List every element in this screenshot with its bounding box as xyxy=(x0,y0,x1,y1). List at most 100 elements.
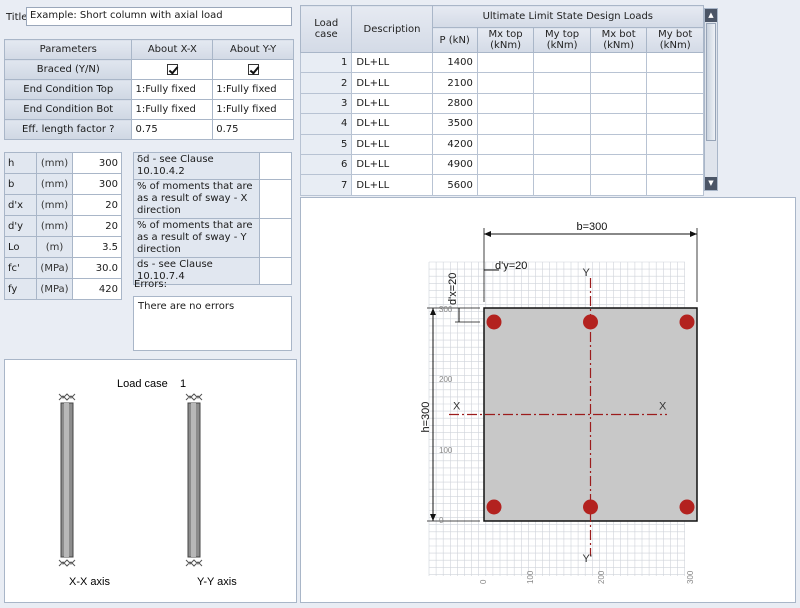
header-description: Description xyxy=(351,5,433,53)
moment-cell[interactable] xyxy=(476,72,535,94)
braced-yy-checkbox[interactable] xyxy=(247,63,259,75)
title-input[interactable]: Example: Short column with axial load xyxy=(26,7,292,26)
table-row[interactable]: 6 DL+LL 4900 xyxy=(299,153,704,176)
moment-cell[interactable] xyxy=(646,113,704,135)
moment-cell[interactable] xyxy=(589,133,648,155)
description-cell[interactable]: DL+LL xyxy=(351,153,433,176)
y-axis-label-top: Y xyxy=(583,267,591,279)
eff-length-factor-yy[interactable]: 0.75 xyxy=(212,119,294,140)
moment-cell[interactable] xyxy=(646,133,704,155)
moment-cell[interactable] xyxy=(533,153,591,176)
header-about-yy: About Y-Y xyxy=(212,39,294,60)
load-case-cell[interactable]: 1 xyxy=(299,51,353,74)
table-row[interactable]: 2 DL+LL 2100 xyxy=(299,72,704,94)
load-case-cell[interactable]: 2 xyxy=(299,72,353,94)
description-cell[interactable]: DL+LL xyxy=(351,174,433,196)
parameters-table: Parameters About X-X About Y-Y Braced (Y… xyxy=(3,39,294,140)
description-cell[interactable]: DL+LL xyxy=(351,72,433,94)
load-case-label: Load case xyxy=(117,378,168,390)
y-tick-label: 100 xyxy=(439,446,453,455)
axial-load-cell[interactable]: 1400 xyxy=(431,51,478,74)
header-load-col: My bot (kNm) xyxy=(646,27,704,53)
option-sway-x-input[interactable] xyxy=(258,179,293,219)
description-cell[interactable]: DL+LL xyxy=(351,133,433,155)
end-condition-bot-xx[interactable]: 1:Fully fixed xyxy=(131,99,214,120)
load-case-value: 1 xyxy=(180,378,186,390)
end-condition-top-yy[interactable]: 1:Fully fixed xyxy=(212,79,294,100)
braced-xx-checkbox[interactable] xyxy=(166,63,178,75)
loads-table: Load case Description Ultimate Limit Sta… xyxy=(299,5,705,196)
dim-name: d'y xyxy=(4,215,37,237)
axial-load-cell[interactable]: 2800 xyxy=(431,92,478,115)
dim-unit: (mm) xyxy=(36,215,73,237)
moment-cell[interactable] xyxy=(533,133,591,155)
description-cell[interactable]: DL+LL xyxy=(351,113,433,135)
dim-dx-input[interactable]: 20 xyxy=(72,194,122,216)
moment-cell[interactable] xyxy=(533,92,591,115)
scroll-down-button[interactable]: ▼ xyxy=(705,177,717,190)
moment-cell[interactable] xyxy=(476,51,535,74)
axial-load-cell[interactable]: 3500 xyxy=(431,113,478,135)
dim-fc-input[interactable]: 30.0 xyxy=(72,257,122,279)
moment-cell[interactable] xyxy=(589,174,648,196)
moment-cell[interactable] xyxy=(476,113,535,135)
table-row[interactable]: 1 DL+LL 1400 xyxy=(299,51,704,74)
moment-cell[interactable] xyxy=(533,72,591,94)
axial-load-cell[interactable]: 2100 xyxy=(431,72,478,94)
braced-xx-cell[interactable] xyxy=(131,59,214,80)
moment-cell[interactable] xyxy=(533,51,591,74)
scroll-thumb[interactable] xyxy=(706,23,716,141)
dx-dimension-label: d'x=20 xyxy=(447,273,459,305)
load-case-cell[interactable]: 3 xyxy=(299,92,353,115)
moment-cell[interactable] xyxy=(646,153,704,176)
load-case-cell[interactable]: 7 xyxy=(299,174,353,196)
loads-scrollbar[interactable]: ▲ ▼ xyxy=(704,8,718,191)
moment-cell[interactable] xyxy=(589,72,648,94)
moment-cell[interactable] xyxy=(589,51,648,74)
xx-axis-label: X-X axis xyxy=(69,576,110,588)
header-load-col: My top (kNm) xyxy=(533,27,591,53)
axial-load-cell[interactable]: 4900 xyxy=(431,153,478,176)
table-row[interactable]: 7 DL+LL 5600 xyxy=(299,174,704,196)
moment-cell[interactable] xyxy=(589,113,648,135)
load-case-cell[interactable]: 6 xyxy=(299,153,353,176)
table-row[interactable]: 5 DL+LL 4200 xyxy=(299,133,704,155)
moment-cell[interactable] xyxy=(646,174,704,196)
moment-cell[interactable] xyxy=(646,51,704,74)
moment-cell[interactable] xyxy=(533,113,591,135)
option-sway-x-label: % of moments that are as a result of swa… xyxy=(133,179,260,219)
table-row[interactable]: 4 DL+LL 3500 xyxy=(299,113,704,135)
eff-length-factor-xx[interactable]: 0.75 xyxy=(131,119,214,140)
moment-cell[interactable] xyxy=(476,92,535,115)
end-condition-top-xx[interactable]: 1:Fully fixed xyxy=(131,79,214,100)
axial-load-cell[interactable]: 5600 xyxy=(431,174,478,196)
load-case-cell[interactable]: 4 xyxy=(299,113,353,135)
moment-cell[interactable] xyxy=(589,92,648,115)
end-condition-bot-yy[interactable]: 1:Fully fixed xyxy=(212,99,294,120)
rebar xyxy=(486,499,502,515)
moment-cell[interactable] xyxy=(476,174,535,196)
table-row[interactable]: 3 DL+LL 2800 xyxy=(299,92,704,115)
axial-load-cell[interactable]: 4200 xyxy=(431,133,478,155)
option-ds-input[interactable] xyxy=(258,257,293,285)
dim-lo-input[interactable]: 3.5 xyxy=(72,236,122,258)
description-cell[interactable]: DL+LL xyxy=(351,51,433,74)
moment-cell[interactable] xyxy=(476,133,535,155)
load-case-cell[interactable]: 5 xyxy=(299,133,353,155)
moment-cell[interactable] xyxy=(476,153,535,176)
dim-fy-input[interactable]: 420 xyxy=(72,278,122,300)
moment-cell[interactable] xyxy=(533,174,591,196)
title-label: Title xyxy=(6,12,28,23)
dim-unit: (mm) xyxy=(36,173,73,195)
description-cell[interactable]: DL+LL xyxy=(351,92,433,115)
dim-dy-input[interactable]: 20 xyxy=(72,215,122,237)
option-sway-y-input[interactable] xyxy=(258,218,293,258)
moment-cell[interactable] xyxy=(589,153,648,176)
scroll-up-button[interactable]: ▲ xyxy=(705,9,717,22)
option-delta-d-input[interactable] xyxy=(258,152,293,180)
dim-h-input[interactable]: 300 xyxy=(72,152,122,174)
braced-yy-cell[interactable] xyxy=(212,59,294,80)
moment-cell[interactable] xyxy=(646,72,704,94)
moment-cell[interactable] xyxy=(646,92,704,115)
dim-b-input[interactable]: 300 xyxy=(72,173,122,195)
